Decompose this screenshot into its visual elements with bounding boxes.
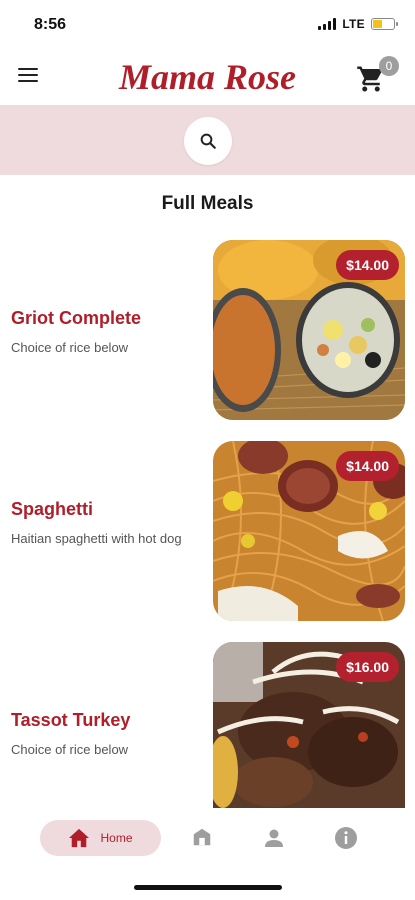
status-bar: 8:56 LTE <box>0 0 415 50</box>
home-indicator <box>134 885 282 890</box>
meal-name: Tassot Turkey <box>11 710 131 730</box>
meal-card-griot-complete[interactable]: Griot Complete Choice of rice below $14.… <box>0 240 415 422</box>
battery-icon <box>371 18 398 30</box>
meal-description: Choice of rice below <box>11 742 129 757</box>
cart-button[interactable]: 0 <box>355 56 399 96</box>
meal-photo: $16.00 <box>213 642 405 808</box>
price-badge: $14.00 <box>336 250 399 280</box>
search-icon <box>200 133 216 149</box>
search-button[interactable] <box>184 117 232 165</box>
section-title: Full Meals <box>161 193 254 214</box>
nav-home-tab[interactable]: Home <box>40 820 161 856</box>
app-title: Mama Rose <box>118 57 296 97</box>
meal-text: Tassot Turkey Choice of rice below <box>11 710 201 759</box>
price-badge: $16.00 <box>336 652 399 682</box>
home-icon <box>69 828 90 848</box>
search-band <box>0 105 415 175</box>
info-icon[interactable] <box>334 826 358 850</box>
network-label: LTE <box>342 17 365 31</box>
app-header: Mama Rose 0 <box>0 50 415 105</box>
status-time: 8:56 <box>34 16 67 33</box>
meal-text: Griot Complete Choice of rice below <box>11 308 201 357</box>
meal-name: Spaghetti <box>11 499 94 519</box>
meal-card-spaghetti[interactable]: Spaghetti Haitian spaghetti with hot dog <box>0 441 415 623</box>
person-icon[interactable] <box>262 826 286 850</box>
meal-photo: $14.00 <box>213 240 405 420</box>
meal-description: Choice of rice below <box>11 340 129 355</box>
status-indicators: LTE <box>318 17 398 31</box>
cart-count-badge: 0 <box>379 56 399 76</box>
nav-home-label: Home <box>100 831 133 845</box>
meal-card-tassot-turkey[interactable]: Tassot Turkey Choice of rice below $16.0… <box>0 642 415 824</box>
meal-text: Spaghetti Haitian spaghetti with hot dog <box>11 499 201 548</box>
meal-description: Haitian spaghetti with hot dog <box>11 531 182 546</box>
bottom-nav: Home <box>0 812 415 868</box>
price-badge: $14.00 <box>336 451 399 481</box>
signal-icon <box>318 18 337 30</box>
meal-name: Griot Complete <box>11 308 142 328</box>
store-icon[interactable] <box>191 826 215 850</box>
meal-photo: $14.00 <box>213 441 405 621</box>
